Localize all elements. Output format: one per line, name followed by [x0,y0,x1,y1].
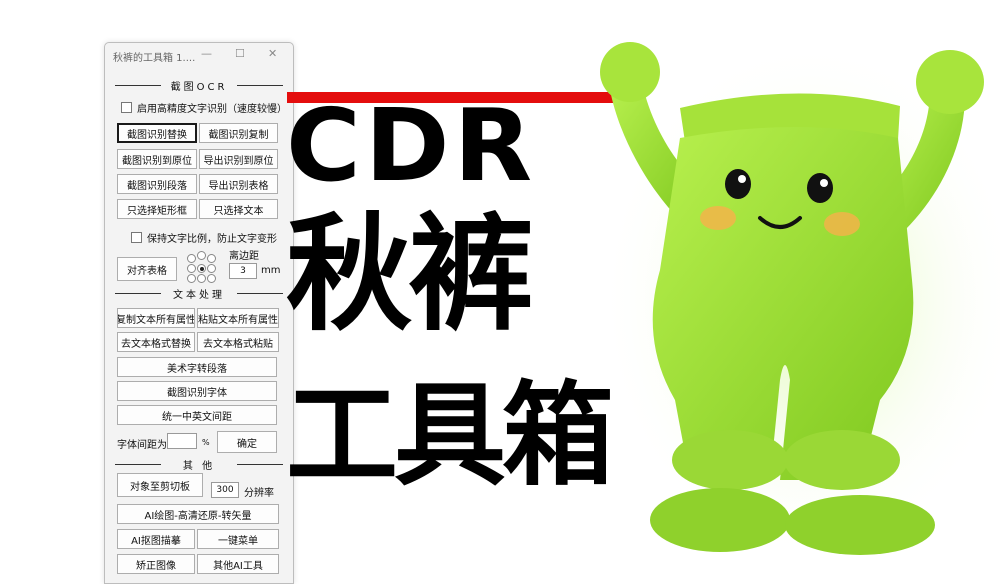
keep-ratio-label: 保持文字比例，防止文字变形 [147,234,277,245]
keep-ratio-checkbox[interactable]: 保持文字比例，防止文字变形 [131,230,277,245]
char-spacing-label: 字体间距为 [117,440,167,451]
remove-format-paste-button[interactable]: 去文本格式粘贴 [197,332,279,352]
ai-redraw-button[interactable]: AI绘图-高清还原-转矢量 [117,504,279,524]
align-table-button[interactable]: 对齐表格 [117,257,177,281]
align-radio-selected[interactable] [197,264,206,273]
paste-text-attrs-button[interactable]: 粘贴文本所有属性 [197,308,279,328]
ai-trace-button[interactable]: AI抠图描摹 [117,529,195,549]
margin-unit: mm [261,265,281,276]
percent-label: % [202,438,210,447]
align-radio[interactable] [207,274,216,283]
align-radio[interactable] [197,251,206,260]
headline-qiuku: 秋裤 [286,201,534,348]
close-icon[interactable]: ✕ [268,47,277,60]
correct-image-button[interactable]: 矫正图像 [117,554,195,574]
art-text-to-paragraph-button[interactable]: 美术字转段落 [117,357,277,377]
char-spacing-input[interactable] [167,433,197,449]
ocr-font-button[interactable]: 截图识别字体 [117,381,277,401]
title-bar[interactable]: 秋裤的工具箱 1.... — ☐ ✕ [105,43,293,69]
headline-toolbox: 工具箱 [286,371,614,501]
headline-cdr: CDR [286,87,537,204]
margin-label: 离边距 [229,251,259,262]
section-ocr-header: 截图OCR [115,78,283,93]
copy-to-clipboard-button[interactable]: 对象至剪切板 [117,473,203,497]
unify-spacing-button[interactable]: 统一中英文间距 [117,405,277,425]
checkbox-icon[interactable] [131,232,142,243]
one-click-menu-button[interactable]: 一键菜单 [197,529,279,549]
copy-text-attrs-button[interactable]: 复制文本所有属性 [117,308,195,328]
align-radio[interactable] [187,264,196,273]
maximize-icon[interactable]: ☐ [235,47,245,60]
select-text-button[interactable]: 只选择文本 [199,199,278,219]
window-title: 秋裤的工具箱 1.... [113,53,196,64]
align-radio[interactable] [207,254,216,263]
other-ai-tools-button[interactable]: 其他AI工具 [197,554,279,574]
ocr-paragraph-button[interactable]: 截图识别段落 [117,174,197,194]
align-radio[interactable] [187,254,196,263]
toolbox-window: 秋裤的工具箱 1.... — ☐ ✕ 截图OCR 启用高精度文字识别（速度较慢）… [104,42,294,584]
align-radio[interactable] [187,274,196,283]
resolution-label: 分辨率 [244,488,274,499]
margin-input[interactable]: 3 [229,263,257,279]
high-precision-checkbox[interactable]: 启用高精度文字识别（速度较慢） [121,100,287,115]
remove-format-replace-button[interactable]: 去文本格式替换 [117,332,195,352]
align-radio[interactable] [207,264,216,273]
green-pants-mascot [600,40,1000,560]
export-to-origin-button[interactable]: 导出识别到原位 [199,149,278,169]
minimize-icon[interactable]: — [201,47,212,60]
align-radio[interactable] [197,274,206,283]
confirm-button[interactable]: 确定 [217,431,277,453]
high-precision-label: 启用高精度文字识别（速度较慢） [137,104,287,115]
section-other-header: 其 他 [115,457,283,472]
section-text-header: 文本处理 [115,286,283,301]
ocr-to-origin-button[interactable]: 截图识别到原位 [117,149,197,169]
ocr-replace-button[interactable]: 截图识别替换 [117,123,197,143]
ocr-copy-button[interactable]: 截图识别复制 [199,123,278,143]
export-table-button[interactable]: 导出识别表格 [199,174,278,194]
select-rect-button[interactable]: 只选择矩形框 [117,199,197,219]
resolution-input[interactable]: 300 [211,482,239,498]
checkbox-icon[interactable] [121,102,132,113]
